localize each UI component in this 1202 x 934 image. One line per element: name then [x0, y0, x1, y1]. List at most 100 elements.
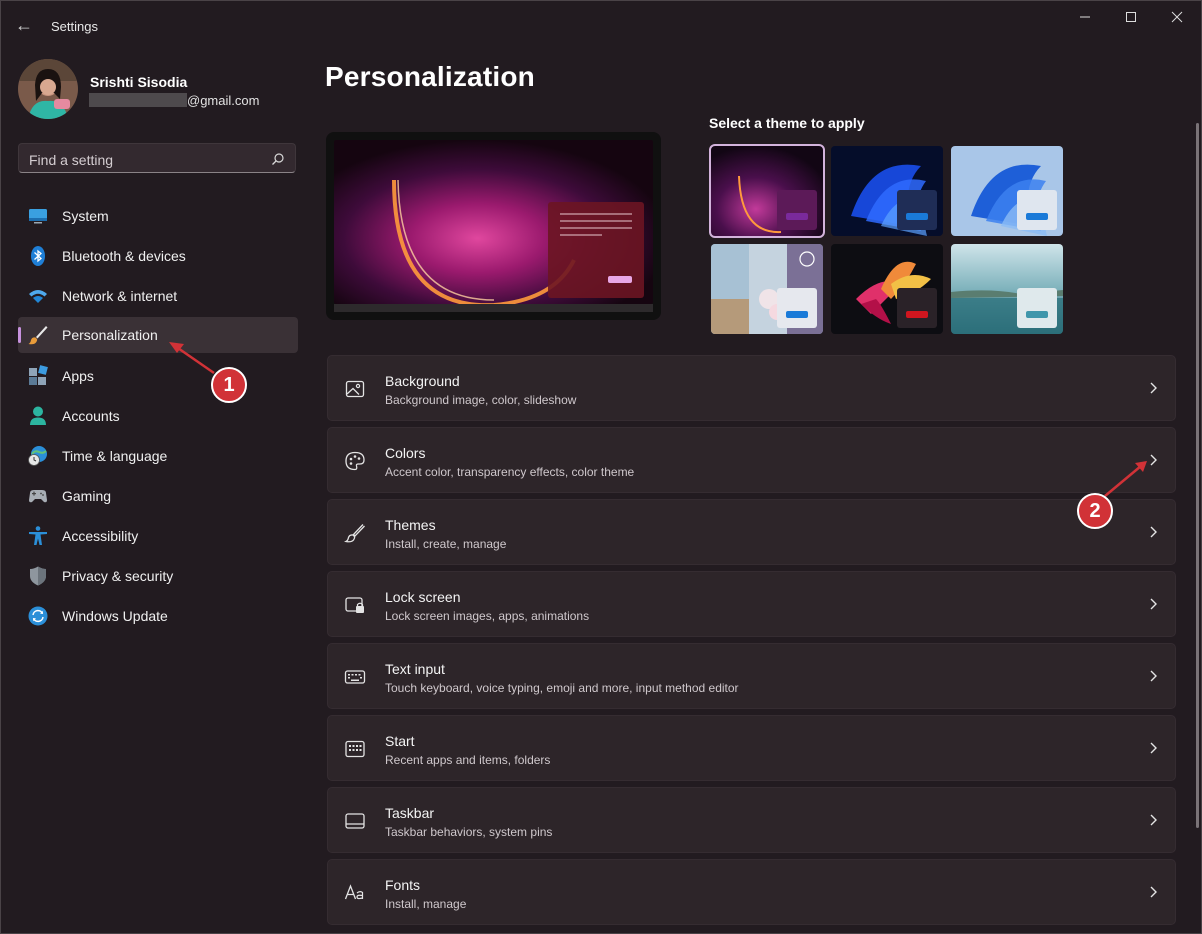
- glow-wallpaper-image: [334, 140, 653, 304]
- card-colors[interactable]: Colors Accent color, transparency effect…: [327, 427, 1176, 493]
- chevron-right-icon: [1147, 380, 1159, 396]
- search-icon[interactable]: [271, 152, 285, 166]
- sidebar-item-bluetooth[interactable]: Bluetooth & devices: [18, 238, 298, 274]
- theme-preview-window: [897, 288, 937, 328]
- settings-window: ← Settings Srishti Sisodia @gmail.com Fi…: [0, 0, 1202, 934]
- sidebar-item-label: Accounts: [62, 408, 120, 424]
- card-title: Colors: [385, 445, 425, 461]
- card-title: Fonts: [385, 877, 420, 893]
- sidebar-item-time-language[interactable]: Time & language: [18, 438, 298, 474]
- sidebar-item-personalization[interactable]: Personalization: [18, 317, 298, 353]
- maximize-button[interactable]: [1108, 9, 1154, 29]
- theme-tile-glow[interactable]: [711, 146, 823, 236]
- profile-photo: [18, 59, 78, 119]
- bluetooth-icon: [27, 245, 49, 267]
- app-title: Settings: [51, 19, 98, 34]
- theme-tile-windows-light[interactable]: [951, 146, 1063, 236]
- keyboard-icon: [344, 666, 366, 688]
- card-background[interactable]: Background Background image, color, slid…: [327, 355, 1176, 421]
- chevron-right-icon: [1147, 812, 1159, 828]
- accessibility-icon: [27, 525, 49, 547]
- theme-tile-windows-dark[interactable]: [831, 146, 943, 236]
- scrollbar[interactable]: [1196, 123, 1199, 828]
- theme-tile-captured-motion[interactable]: [711, 244, 823, 334]
- lock-screen-icon: [344, 594, 366, 616]
- card-taskbar[interactable]: Taskbar Taskbar behaviors, system pins: [327, 787, 1176, 853]
- sidebar-item-label: Windows Update: [62, 608, 168, 624]
- sidebar-item-accessibility[interactable]: Accessibility: [18, 518, 298, 554]
- search-input[interactable]: Find a setting: [29, 152, 113, 168]
- sidebar-item-label: Privacy & security: [62, 568, 173, 584]
- sidebar-item-privacy[interactable]: Privacy & security: [18, 558, 298, 594]
- sidebar-item-label: Time & language: [62, 448, 167, 464]
- user-name: Srishti Sisodia: [90, 74, 187, 90]
- theme-preview-window: [777, 288, 817, 328]
- theme-tile-sunrise[interactable]: [951, 244, 1063, 334]
- sidebar-item-gaming[interactable]: Gaming: [18, 478, 298, 514]
- preview-taskbar: [334, 304, 653, 312]
- close-icon: [1171, 11, 1183, 23]
- card-title: Background: [385, 373, 460, 389]
- sidebar-item-label: Network & internet: [62, 288, 177, 304]
- theme-preview-window: [777, 190, 817, 230]
- gaming-icon: [27, 485, 49, 507]
- sidebar-item-windows-update[interactable]: Windows Update: [18, 598, 298, 634]
- card-themes[interactable]: Themes Install, create, manage: [327, 499, 1176, 565]
- card-subtitle: Lock screen images, apps, animations: [385, 609, 589, 623]
- wifi-icon: [27, 285, 49, 307]
- sidebar-item-label: Apps: [62, 368, 94, 384]
- theme-preview: [326, 132, 661, 320]
- close-button[interactable]: [1154, 9, 1200, 29]
- title-bar: ← Settings: [1, 1, 1201, 49]
- chevron-right-icon: [1147, 596, 1159, 612]
- theme-preview-window: [897, 190, 937, 230]
- sidebar-item-accounts[interactable]: Accounts: [18, 398, 298, 434]
- minimize-icon: [1079, 11, 1091, 23]
- sidebar-item-apps[interactable]: Apps: [18, 358, 298, 394]
- shield-icon: [27, 565, 49, 587]
- sidebar-item-label: Gaming: [62, 488, 111, 504]
- card-text-input[interactable]: Text input Touch keyboard, voice typing,…: [327, 643, 1176, 709]
- annotation-badge-2: 2: [1077, 493, 1113, 529]
- background-icon: [344, 378, 366, 400]
- chevron-right-icon: [1147, 740, 1159, 756]
- card-subtitle: Accent color, transparency effects, colo…: [385, 465, 634, 479]
- card-title: Lock screen: [385, 589, 460, 605]
- sidebar-item-label: System: [62, 208, 109, 224]
- theme-section-heading: Select a theme to apply: [709, 115, 865, 131]
- chevron-right-icon: [1147, 524, 1159, 540]
- card-subtitle: Recent apps and items, folders: [385, 753, 550, 767]
- email-redaction: [89, 93, 187, 107]
- time-language-icon: [27, 445, 49, 467]
- sidebar-item-network[interactable]: Network & internet: [18, 278, 298, 314]
- card-start[interactable]: Start Recent apps and items, folders: [327, 715, 1176, 781]
- card-lock-screen[interactable]: Lock screen Lock screen images, apps, an…: [327, 571, 1176, 637]
- chevron-right-icon: [1147, 884, 1159, 900]
- sidebar-item-label: Bluetooth & devices: [62, 248, 186, 264]
- brush-icon: [27, 324, 49, 346]
- card-title: Text input: [385, 661, 445, 677]
- card-title: Themes: [385, 517, 436, 533]
- back-arrow-icon[interactable]: ←: [15, 15, 37, 35]
- minimize-button[interactable]: [1062, 9, 1108, 29]
- avatar[interactable]: [18, 59, 78, 119]
- card-title: Start: [385, 733, 415, 749]
- card-subtitle: Touch keyboard, voice typing, emoji and …: [385, 681, 739, 695]
- palette-icon: [344, 450, 366, 472]
- card-fonts[interactable]: Fonts Install, manage: [327, 859, 1176, 925]
- search-box[interactable]: Find a setting: [18, 143, 296, 173]
- card-subtitle: Background image, color, slideshow: [385, 393, 576, 407]
- theme-preview-window: [1017, 288, 1057, 328]
- fonts-icon: [344, 882, 366, 904]
- accounts-icon: [27, 405, 49, 427]
- system-icon: [27, 205, 49, 227]
- user-email: @gmail.com: [187, 93, 259, 108]
- apps-icon: [27, 365, 49, 387]
- update-icon: [27, 605, 49, 627]
- card-subtitle: Install, create, manage: [385, 537, 506, 551]
- chevron-right-icon: [1147, 668, 1159, 684]
- sidebar-item-system[interactable]: System: [18, 198, 298, 234]
- themes-brush-icon: [344, 522, 366, 544]
- card-subtitle: Taskbar behaviors, system pins: [385, 825, 552, 839]
- theme-tile-flow[interactable]: [831, 244, 943, 334]
